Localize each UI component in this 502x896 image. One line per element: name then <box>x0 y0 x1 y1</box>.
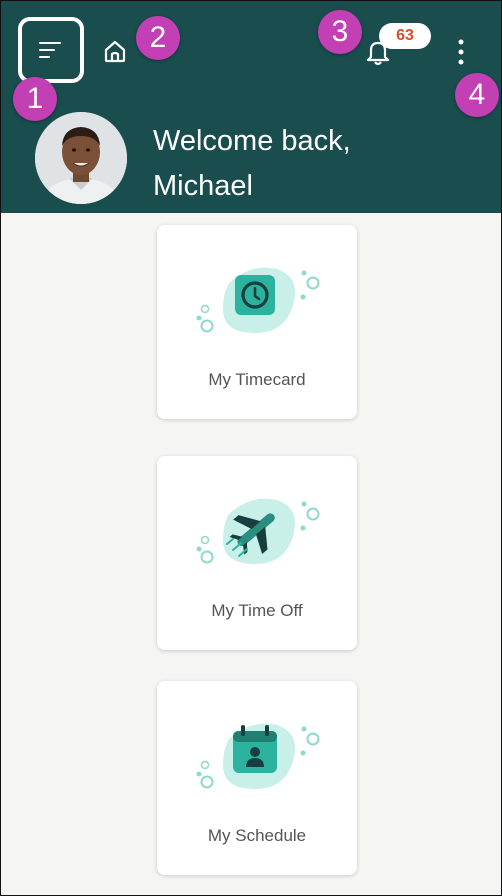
tile-my-schedule[interactable]: My Schedule <box>157 681 357 875</box>
home-icon <box>104 40 126 63</box>
callout-marker-1: 1 <box>13 77 57 121</box>
user-photo <box>35 112 127 204</box>
notification-count-badge[interactable]: 63 <box>379 23 431 49</box>
tile-label: My Timecard <box>208 370 306 389</box>
callout-marker-3: 3 <box>318 10 362 54</box>
welcome-user-name: Michael <box>153 170 253 202</box>
menu-icon <box>39 42 61 58</box>
callout-marker-2: 2 <box>136 16 180 60</box>
welcome-message: Welcome back, Michael <box>153 119 453 209</box>
schedule-illustration <box>189 719 325 803</box>
tile-my-time-off[interactable]: My Time Off <box>157 456 357 650</box>
clock-icon <box>196 267 320 333</box>
avatar[interactable] <box>35 112 127 204</box>
header: 63 Welcome back, Michael <box>1 1 501 213</box>
menu-button[interactable] <box>18 17 84 83</box>
welcome-line-1: Welcome back, <box>153 125 351 157</box>
app-frame: 63 Welcome back, Michael My Timecard My … <box>0 0 502 896</box>
time-off-illustration <box>189 494 325 578</box>
more-options-button[interactable] <box>453 37 469 67</box>
tile-my-timecard[interactable]: My Timecard <box>157 225 357 419</box>
tile-label: My Schedule <box>207 826 307 845</box>
timecard-illustration <box>189 263 325 347</box>
tile-label: My Time Off <box>211 601 303 620</box>
more-vertical-icon <box>458 39 464 65</box>
callout-marker-4: 4 <box>455 73 499 117</box>
calendar-person-icon <box>196 723 320 789</box>
airplane-icon <box>196 498 320 564</box>
home-button[interactable] <box>102 38 128 64</box>
